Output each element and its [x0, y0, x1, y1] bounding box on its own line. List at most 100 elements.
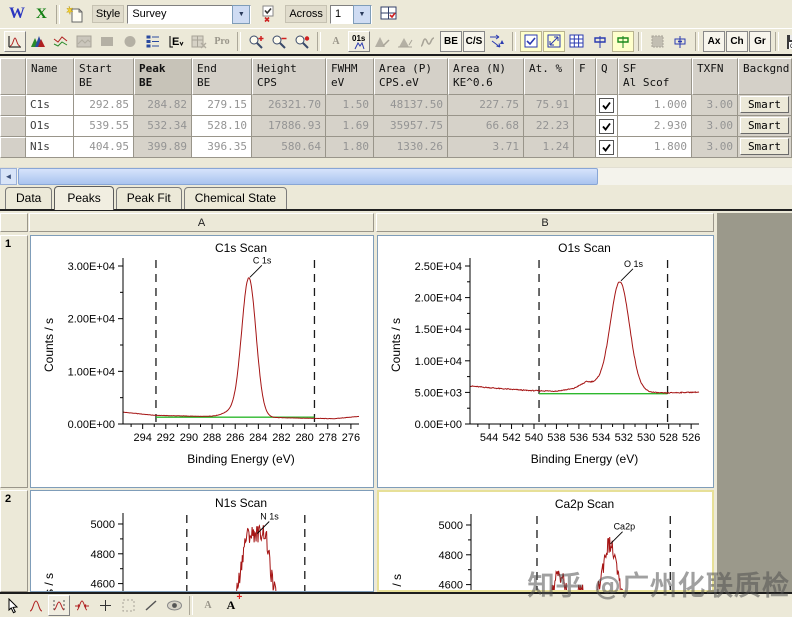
binding-energy-button[interactable]: BE: [440, 31, 462, 52]
save-icon[interactable]: C: [783, 31, 792, 52]
cell-txfn[interactable]: 3.00: [692, 116, 738, 137]
style-dropdown[interactable]: Survey ▼: [127, 4, 252, 24]
quantify-checkbox[interactable]: [599, 139, 614, 155]
cell-backgnd[interactable]: Smart: [738, 95, 792, 116]
cell-name[interactable]: C1s: [26, 95, 74, 116]
chart-c1s-scan[interactable]: 0.00E+00 1.00E+04 2.00E+04 3.00E+04 294 292 29…: [30, 235, 374, 488]
select-region-icon-disabled[interactable]: [117, 595, 139, 616]
spectrum-display-icon[interactable]: [4, 31, 26, 52]
zoom-in-icon[interactable]: [245, 31, 267, 52]
scale-window-toggle[interactable]: [520, 31, 542, 52]
tile-grid-icon[interactable]: [566, 31, 588, 52]
tab-data[interactable]: Data: [5, 187, 53, 209]
multi-trace-icon[interactable]: [50, 31, 72, 52]
quantify-checkbox[interactable]: [599, 118, 614, 134]
chart-o1s-scan[interactable]: 0.00E+00 5.00E+03 1.00E+04 1.50E+04 2.00E+04…: [377, 235, 714, 488]
cell-fwhm[interactable]: 1.80: [326, 137, 374, 158]
counts-per-second-button[interactable]: C/S: [463, 31, 485, 52]
grid-corner-cell[interactable]: [0, 213, 28, 232]
col-header-q[interactable]: Q: [596, 58, 618, 95]
cell-height[interactable]: 17886.93: [252, 116, 326, 137]
background-subtract-icon-disabled[interactable]: [371, 31, 393, 52]
peak-marker-icon[interactable]: [25, 595, 47, 616]
cell-end_be[interactable]: 528.10: [192, 116, 252, 137]
expand-tiles-toggle[interactable]: [543, 31, 565, 52]
cell-start_be[interactable]: 404.95: [74, 137, 134, 158]
tab-peak-fit[interactable]: Peak Fit: [115, 187, 182, 209]
chart-ca2p-scan[interactable]: 5000480046004400420040003563543523503483…: [377, 490, 714, 592]
word-logo[interactable]: W: [4, 5, 30, 23]
grid-row-header-1[interactable]: 1: [0, 235, 28, 488]
row-selector[interactable]: [0, 95, 26, 116]
col-header-name[interactable]: Name: [26, 58, 74, 95]
sort-energy-icon[interactable]: E: [165, 31, 187, 52]
cell-start_be[interactable]: 539.55: [74, 116, 134, 137]
col-header-area_n[interactable]: Area (N) KE^0.6: [448, 58, 524, 95]
background-type-button[interactable]: Smart: [740, 96, 789, 113]
row-selector[interactable]: [0, 137, 26, 158]
tile-windows-icon[interactable]: [378, 4, 400, 25]
cell-f[interactable]: [574, 137, 596, 158]
row-selector-header[interactable]: [0, 58, 26, 95]
solid-circle-icon-disabled[interactable]: [119, 31, 141, 52]
cell-f[interactable]: [574, 116, 596, 137]
pro-mode-button-disabled[interactable]: Pro: [211, 31, 233, 52]
col-header-start_be[interactable]: Start BE: [74, 58, 134, 95]
processing-table-icon-disabled[interactable]: [188, 31, 210, 52]
quantify-checkbox[interactable]: [599, 97, 614, 113]
graph-properties-button[interactable]: Gr: [749, 31, 771, 52]
col-header-sf[interactable]: SF Al Scof: [618, 58, 692, 95]
chart-properties-button[interactable]: Ch: [726, 31, 748, 52]
col-header-at_pct[interactable]: At. %: [524, 58, 574, 95]
line-tool-icon[interactable]: [140, 595, 162, 616]
solid-rect-icon-disabled[interactable]: [96, 31, 118, 52]
grid-col-header-a[interactable]: A: [29, 213, 374, 232]
cell-area_p[interactable]: 48137.50: [374, 95, 448, 116]
flag-green-icon[interactable]: [612, 31, 634, 52]
text-annotation-icon-disabled[interactable]: A: [197, 595, 219, 616]
across-dropdown[interactable]: 1 ▼: [329, 4, 372, 24]
grid-row-header-2[interactable]: 2: [0, 490, 28, 592]
col-header-peak_be[interactable]: Peak BE: [134, 58, 192, 95]
cell-txfn[interactable]: 3.00: [692, 137, 738, 158]
cell-name[interactable]: N1s: [26, 137, 74, 158]
chart-n1s-scan[interactable]: 5000480046004400420040004084064044024003…: [30, 490, 374, 592]
flag-minus-icon[interactable]: [669, 31, 691, 52]
zoom-out-icon[interactable]: [268, 31, 290, 52]
image-display-icon-disabled[interactable]: [73, 31, 95, 52]
zoom-reset-icon[interactable]: [291, 31, 313, 52]
col-header-end_be[interactable]: End BE: [192, 58, 252, 95]
cell-area_n[interactable]: 66.68: [448, 116, 524, 137]
chevron-down-icon[interactable]: ▼: [352, 4, 371, 24]
cell-q[interactable]: [596, 95, 618, 116]
cell-area_n[interactable]: 3.71: [448, 137, 524, 158]
cell-q[interactable]: [596, 137, 618, 158]
scroll-left-arrow[interactable]: ◄: [0, 168, 17, 185]
grid-col-header-b[interactable]: B: [376, 213, 714, 232]
overlay-spectra-icon[interactable]: [27, 31, 49, 52]
flag-blue-icon[interactable]: [589, 31, 611, 52]
col-header-f[interactable]: F: [574, 58, 596, 95]
table-horizontal-scrollbar[interactable]: ◄: [0, 167, 792, 185]
cell-q[interactable]: [596, 116, 618, 137]
swap-axes-icon[interactable]: [486, 31, 508, 52]
annotate-text-icon-disabled[interactable]: A: [325, 31, 347, 52]
cursor-arrow-icon[interactable]: [2, 595, 24, 616]
add-text-icon[interactable]: A +: [220, 592, 243, 616]
cell-end_be[interactable]: 279.15: [192, 95, 252, 116]
background-type-button[interactable]: Smart: [740, 138, 789, 155]
col-header-fwhm[interactable]: FWHM eV: [326, 58, 374, 95]
col-header-height[interactable]: Height CPS: [252, 58, 326, 95]
col-header-txfn[interactable]: TXFN: [692, 58, 738, 95]
cell-sf[interactable]: 1.000: [618, 95, 692, 116]
peak-region-icon[interactable]: [48, 595, 70, 616]
cell-f[interactable]: [574, 95, 596, 116]
cell-height[interactable]: 26321.70: [252, 95, 326, 116]
cell-area_p[interactable]: 35957.75: [374, 116, 448, 137]
col-header-area_p[interactable]: Area (P) CPS.eV: [374, 58, 448, 95]
axes-properties-button[interactable]: Ax: [703, 31, 725, 52]
cell-txfn[interactable]: 3.00: [692, 95, 738, 116]
cell-peak_be[interactable]: 532.34: [134, 116, 192, 137]
cell-peak_be[interactable]: 399.89: [134, 137, 192, 158]
cell-start_be[interactable]: 292.85: [74, 95, 134, 116]
